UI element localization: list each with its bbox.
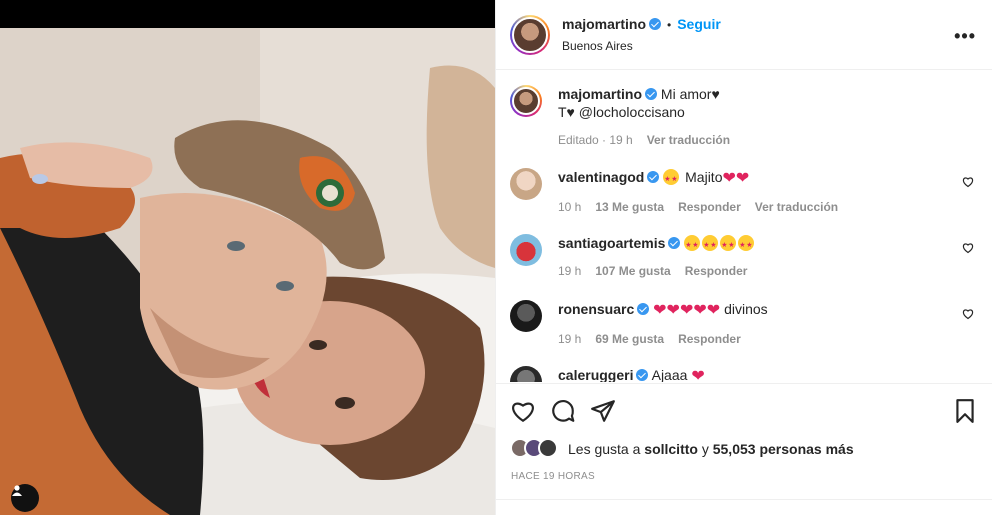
reply-button[interactable]: Responder [678,332,741,346]
caption-translate-link[interactable]: Ver traducción [647,133,730,147]
comment-icon[interactable] [550,398,576,424]
likes-middle: y [701,441,709,457]
post-photo-pane [0,0,495,515]
comment-item: valentinagod Majito❤❤ 10 h13 Me gustaRes… [510,168,978,216]
red-heart-icon: ❤ [735,170,750,187]
comment-time[interactable]: 19 h [558,332,581,346]
reply-button[interactable]: Responder [685,264,748,278]
red-heart-icon: ❤ [691,368,705,382]
star-struck-emoji-icon [663,169,680,189]
star-struck-emoji-icon [684,235,701,255]
comment-likes[interactable]: 69 Me gusta [595,332,664,346]
caption-username[interactable]: majomartino [558,86,642,102]
verified-icon [636,369,649,381]
comments-list: majomartino Mi amor♥ T♥ @locholoccisano … [496,71,992,382]
red-heart-icon: ❤ [653,302,667,319]
star-struck-emoji-icon [702,235,719,255]
author-avatar-small[interactable] [510,85,542,117]
likes-count[interactable]: 55,053 personas más [713,441,854,457]
liker-avatars[interactable] [510,438,564,460]
red-heart-icon: ❤ [666,302,680,319]
red-heart-icon: ❤ [679,302,694,319]
share-icon[interactable] [590,398,616,424]
star-struck-emoji-icon [720,235,737,255]
red-heart-icon: ❤ [706,302,721,319]
comment-item: ronensuarc ❤❤❤❤❤ divinos 19 h 69 Me gusta… [510,300,978,348]
caption-edited: Editado · 19 h [558,133,633,147]
add-comment-bar[interactable] [496,499,992,515]
bookmark-icon[interactable] [952,398,978,424]
commenter-avatar[interactable] [510,366,542,382]
more-options-icon[interactable]: ••• [954,26,976,47]
author-avatar[interactable] [510,14,550,55]
comment-item: santiagoartemis 19 h 107 Me gusta Responde… [510,234,978,280]
comment-username[interactable]: caleruggeri [558,367,633,382]
reply-button[interactable]: Responder [678,200,741,214]
star-struck-emoji-icon [738,235,755,255]
like-comment-heart-icon[interactable] [962,308,974,320]
commenter-avatar[interactable] [510,234,542,266]
comment-likes[interactable]: 13 Me gusta [595,200,664,214]
caption-text-line2: T♥ @locholoccisano [558,104,685,120]
post-header: majomartino • Seguir Buenos Aires ••• [496,0,992,70]
verified-icon [645,88,658,100]
caption: majomartino Mi amor♥ T♥ @locholoccisano … [510,85,978,149]
red-heart-icon: ❤ [693,302,707,319]
comment-time[interactable]: 10 h [558,200,581,214]
commenter-avatar[interactable] [510,300,542,332]
comment-username[interactable]: valentinagod [558,169,644,185]
red-heart-icon: ❤ [722,170,736,187]
comment-time[interactable]: 19 h [558,264,581,278]
caption-text-line1: Mi amor♥ [660,86,720,102]
like-comment-heart-icon[interactable] [962,176,974,188]
verified-icon [649,18,662,30]
comment-username[interactable]: santiagoartemis [558,235,665,251]
comment-text: Ajaaa [651,367,688,382]
verified-icon [647,171,660,183]
post-location[interactable]: Buenos Aires [562,39,721,53]
comment-likes[interactable]: 107 Me gusta [595,264,670,278]
author-username[interactable]: majomartino [562,16,646,32]
like-comment-heart-icon[interactable] [962,242,974,254]
comment-username[interactable]: ronensuarc [558,301,634,317]
user-tag-icon[interactable] [11,484,39,512]
likes-summary: Les gusta a sollcitto y 55,053 personas … [510,438,854,460]
post-side-panel: majomartino • Seguir Buenos Aires ••• majo… [495,0,992,515]
post-photo[interactable] [0,28,495,515]
likes-user[interactable]: sollcitto [644,441,698,457]
comment-text: divinos [724,301,768,317]
comment-text: Majito [685,169,723,185]
commenter-avatar[interactable] [510,168,542,200]
verified-icon [668,237,681,249]
comment-translate-link[interactable]: Ver traducción [755,200,838,214]
separator-dot: • [667,18,672,32]
comment-item: caleruggeri Ajaaa ❤ [510,366,978,382]
photo-illustration [0,28,495,515]
verified-icon [637,303,650,315]
post-timestamp[interactable]: HACE 19 HORAS [511,471,595,482]
instagram-post-modal: majomartino • Seguir Buenos Aires ••• majo… [0,0,992,515]
post-actions [496,383,992,435]
likes-prefix: Les gusta a [568,441,641,457]
follow-button[interactable]: Seguir [677,16,721,32]
heart-icon[interactable] [510,398,536,424]
